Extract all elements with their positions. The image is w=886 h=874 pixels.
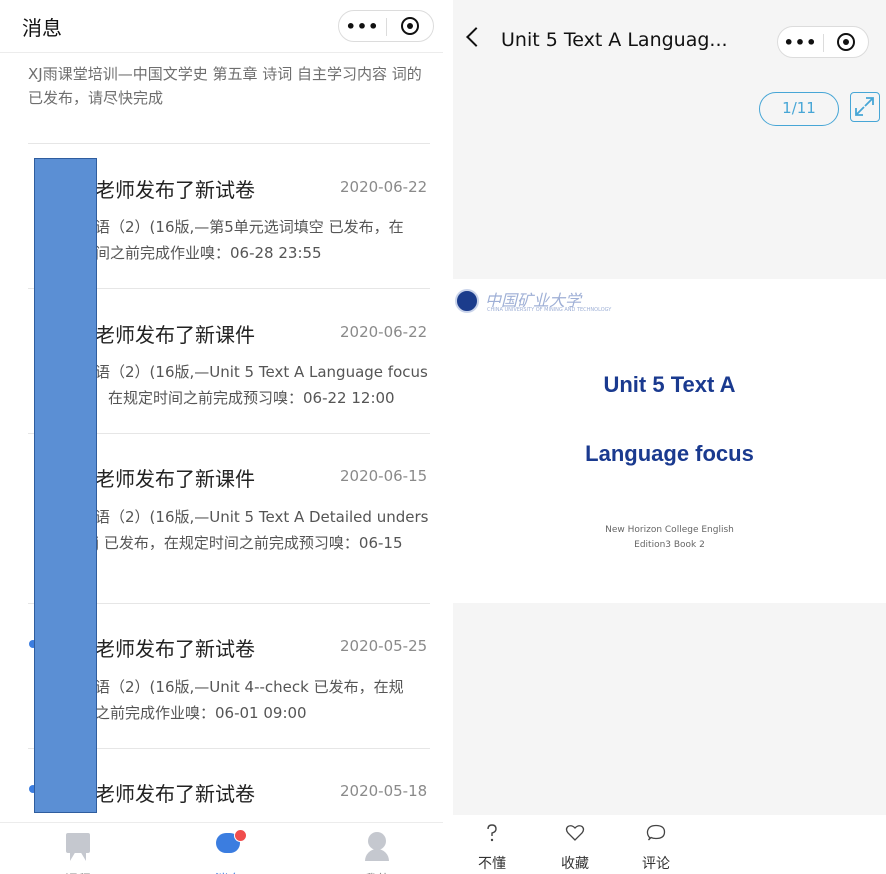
message-date: 2020-06-22 — [340, 178, 428, 196]
message-title: 老师发布了新试卷 — [95, 178, 255, 202]
close-miniprogram-button[interactable] — [386, 11, 433, 41]
slide-page[interactable]: 中国矿业大学 CHINA UNIVERSITY OF MINING AND TE… — [453, 279, 886, 603]
messages-header: 消息 ••• — [0, 0, 443, 53]
page-indicator[interactable]: 1/11 — [759, 92, 839, 126]
heart-icon — [565, 825, 585, 841]
message-date: 2020-05-25 — [340, 637, 428, 655]
action-label: 收藏 — [561, 856, 589, 872]
message-body-line: 间之前完成作业嗅：06-28 23:55 — [95, 244, 322, 262]
message-body-line: 语（2）(16版,—第5单元选词填空 已发布，在 — [95, 218, 404, 236]
message-body-line: 之前完成作业嗅：06-01 09:00 — [95, 704, 307, 722]
message-body-line: 语（2）(16版,—Unit 5 Text A Language focus — [95, 363, 428, 381]
profile-icon — [368, 832, 386, 850]
tab-bar: 课程 消息 我的 — [0, 822, 443, 874]
notification-badge — [234, 829, 247, 842]
message-date: 2020-06-22 — [340, 323, 428, 341]
divider — [28, 143, 430, 144]
fullscreen-button[interactable] — [850, 92, 880, 122]
back-icon[interactable] — [466, 27, 486, 47]
profile-icon-body — [365, 849, 389, 861]
target-icon — [836, 33, 855, 51]
page-title: 消息 — [22, 16, 62, 40]
messages-panel: 消息 ••• XJ雨课堂培训—中国文学史 第五章 诗词 自主学习内容 词的 已发… — [0, 0, 443, 874]
redaction-box — [34, 158, 97, 813]
message-title: 老师发布了新课件 — [95, 323, 255, 347]
action-label: 不懂 — [478, 856, 506, 872]
slide-caption: New Horizon College English — [605, 525, 734, 535]
mini-program-capsule: ••• — [777, 26, 869, 58]
slide-subtitle: Language focus — [585, 441, 754, 466]
message-body-line: 在规定时间之前完成预习嗅：06-22 12:00 — [108, 389, 395, 407]
target-icon — [400, 17, 419, 35]
message-body-line: 语（2）(16版,—Unit 4--check 已发布，在规 — [95, 678, 404, 696]
question-icon — [487, 824, 497, 842]
message-title: 老师发布了新试卷 — [95, 637, 255, 661]
expand-icon — [855, 97, 874, 116]
message-date: 2020-06-15 — [340, 467, 428, 485]
more-menu-button[interactable]: ••• — [339, 11, 386, 41]
university-logo-subtext: CHINA UNIVERSITY OF MINING AND TECHNOLOG… — [487, 307, 612, 313]
slide-title: Unit 5 Text A — [603, 372, 736, 397]
message-preview[interactable]: XJ雨课堂培训—中国文学史 第五章 诗词 自主学习内容 词的 已发布，请尽快完成 — [28, 62, 428, 110]
message-date: 2020-05-18 — [340, 782, 428, 800]
university-seal-icon — [455, 289, 479, 313]
course-icon — [66, 833, 90, 853]
viewer-header: Unit 5 Text A Languag... ••• — [453, 0, 886, 82]
message-body-line: 语（2）(16版,—Unit 5 Text A Detailed unders — [95, 508, 429, 526]
page-title: Unit 5 Text A Languag... — [501, 29, 728, 51]
slide-caption: Edition3 Book 2 — [634, 540, 705, 550]
action-label: 评论 — [642, 856, 670, 872]
tab-label: 课程 — [28, 869, 128, 874]
close-miniprogram-button[interactable] — [823, 27, 868, 57]
action-bar: 不懂 收藏 评论 — [453, 815, 886, 874]
more-menu-button[interactable]: ••• — [778, 27, 823, 57]
tab-label: 我的 — [327, 869, 427, 874]
message-body-line: j 已发布，在规定时间之前完成预习嗅：06-15 — [95, 534, 403, 552]
message-title: 老师发布了新课件 — [95, 467, 255, 491]
mini-program-capsule: ••• — [338, 10, 434, 42]
comment-icon — [646, 824, 666, 841]
courseware-viewer: Unit 5 Text A Languag... ••• 1/11 中国矿业大学… — [453, 0, 886, 874]
tab-label: 消息 — [178, 869, 278, 874]
message-title: 老师发布了新试卷 — [95, 782, 255, 806]
